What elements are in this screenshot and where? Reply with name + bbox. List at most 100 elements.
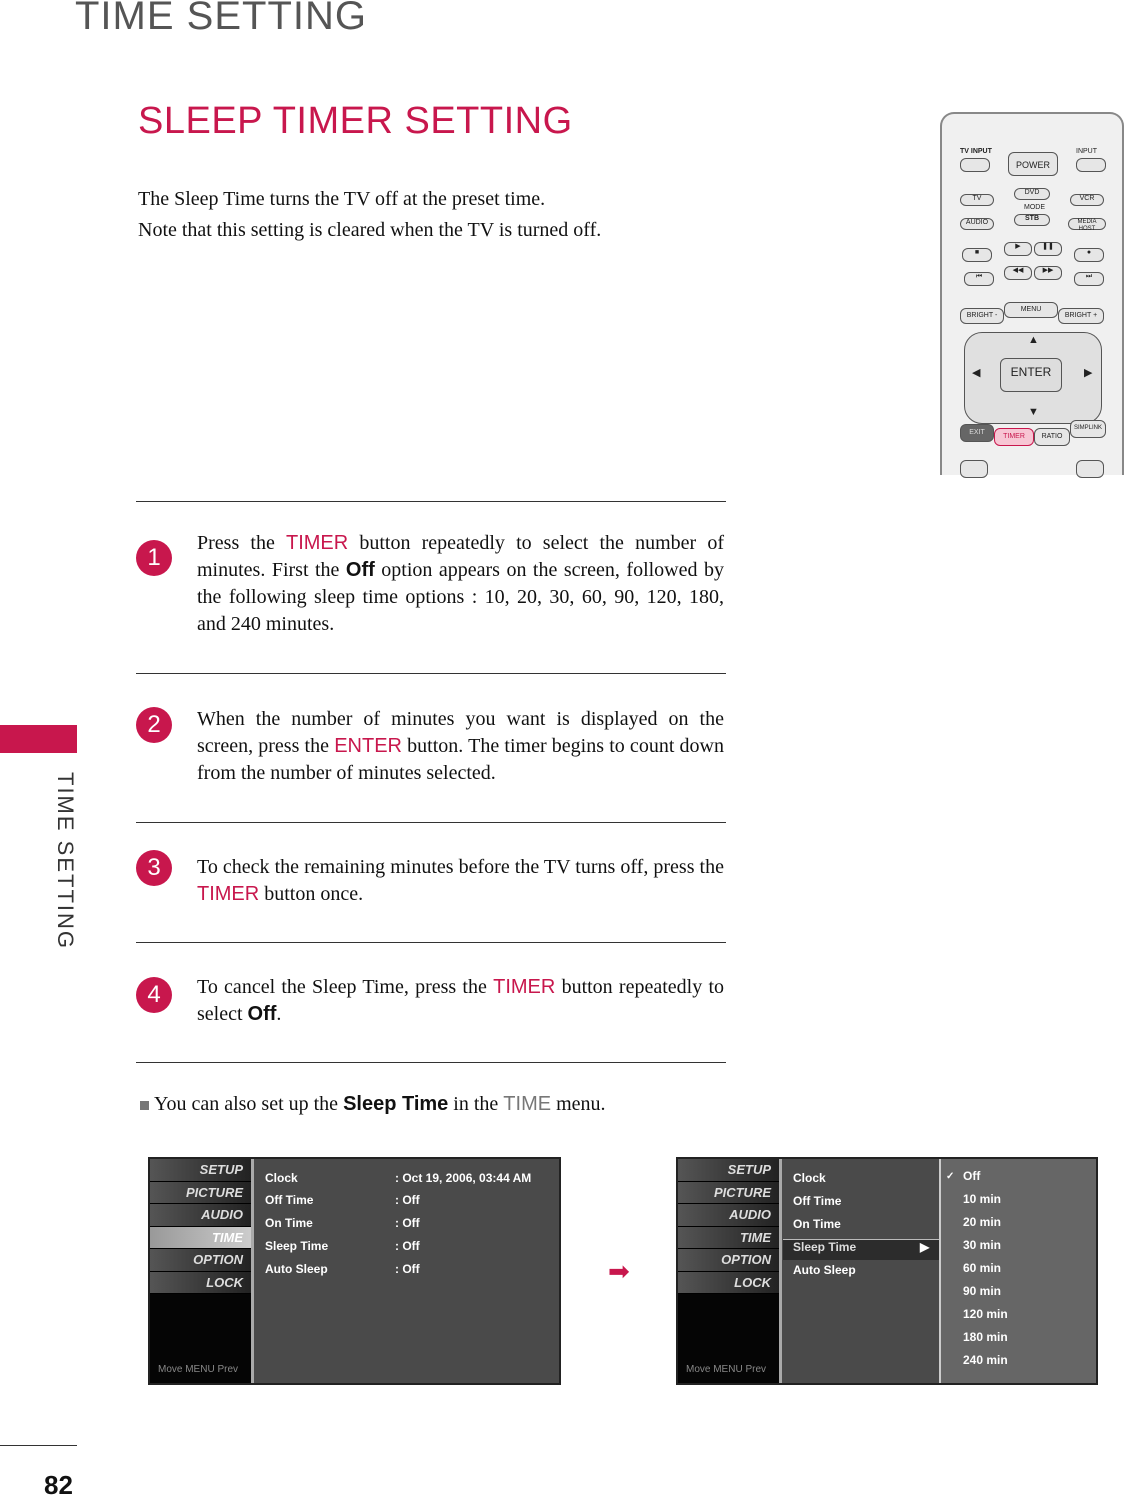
- osd-item-selected: Sleep Time: [793, 1240, 857, 1254]
- osd-option: 60 min: [963, 1261, 1002, 1275]
- osd-option: 180 min: [963, 1330, 1008, 1344]
- step-2: When the number of minutes you want is d…: [197, 708, 724, 784]
- osd-value: : Oct 19, 2006, 03:44 AM: [395, 1171, 532, 1185]
- osd-options: ✓ Off 10 min 20 min 30 min 60 min 90 min…: [939, 1159, 1096, 1383]
- tv-input-button: [960, 158, 990, 172]
- osd-item: Clock: [793, 1171, 826, 1185]
- osd-option: Off: [963, 1169, 981, 1183]
- osd-item: Auto Sleep: [265, 1262, 328, 1276]
- osd-option: 20 min: [963, 1215, 1002, 1229]
- pause-button: ❚❚: [1034, 242, 1062, 256]
- osd-side-item: OPTION: [678, 1249, 779, 1272]
- intro: The Sleep Time turns the TV off at the p…: [138, 184, 601, 246]
- vcr-button: VCR: [1070, 194, 1104, 206]
- note: You can also set up the Sleep Time in th…: [140, 1093, 606, 1116]
- rewind-button: ◀◀: [1004, 266, 1032, 280]
- ratio-button: RATIO: [1034, 428, 1070, 446]
- osd-side-item: LOCK: [150, 1271, 251, 1294]
- input-button: [1076, 158, 1106, 172]
- osd-item: Off Time: [265, 1193, 314, 1207]
- osd-side-item: PICTURE: [150, 1181, 251, 1204]
- osd-option: 30 min: [963, 1238, 1002, 1252]
- skip-back-button: ⏮: [964, 272, 994, 286]
- osd-side-item: PICTURE: [678, 1181, 779, 1204]
- osd-side-item: SETUP: [150, 1159, 251, 1182]
- right-arrow-icon: ▶: [1084, 367, 1093, 379]
- divider: [0, 1445, 77, 1446]
- bright-plus-button: BRIGHT +: [1058, 308, 1104, 324]
- osd-option: 90 min: [963, 1284, 1002, 1298]
- check-icon: ✓: [946, 1171, 955, 1182]
- intro-line: Note that this setting is cleared when t…: [138, 219, 602, 241]
- osd-time-menu: SETUP PICTURE AUDIO TIME OPTION LOCK Mov…: [148, 1157, 561, 1385]
- simplink-button: SIMPLINK: [1070, 420, 1106, 438]
- forward-button: ▶▶: [1034, 266, 1062, 280]
- remote-control-illustration: TV INPUT POWER INPUT TV DVD VCR MODE AUD…: [940, 112, 1124, 478]
- arrow-right-icon: ➡: [608, 1256, 630, 1286]
- osd-side-item: AUDIO: [678, 1204, 779, 1227]
- divider: [136, 942, 726, 943]
- audio-button: AUDIO: [960, 218, 994, 230]
- osd-side-item: TIME: [678, 1226, 779, 1249]
- osd-item: Sleep Time: [265, 1239, 329, 1253]
- osd-option: 10 min: [963, 1192, 1002, 1206]
- play-button: ▶: [1004, 242, 1032, 256]
- osd-side-item: SETUP: [678, 1159, 779, 1182]
- down-arrow-icon: ▼: [1028, 406, 1039, 418]
- osd-side-item: AUDIO: [150, 1204, 251, 1227]
- osd-option: 240 min: [963, 1353, 1008, 1367]
- side-tab-label: TIME SETTING: [53, 772, 78, 950]
- remote-label: INPUT: [1076, 148, 1097, 155]
- record-button: ●: [1074, 248, 1104, 262]
- step-number: 4: [136, 977, 172, 1013]
- osd-footer: Move MENU Prev: [686, 1364, 767, 1375]
- up-arrow-icon: ▲: [1028, 334, 1039, 346]
- divider: [136, 673, 726, 674]
- media-host-button: MEDIA HOST: [1068, 218, 1106, 232]
- side-tab: [0, 725, 77, 753]
- skip-forward-button: ⏭: [1074, 272, 1104, 286]
- osd-sidebar: SETUP PICTURE AUDIO TIME OPTION LOCK Mov…: [150, 1159, 254, 1383]
- exit-button: EXIT: [960, 424, 994, 442]
- bullet-icon: [140, 1101, 149, 1110]
- page-title: SLEEP TIMER SETTING: [138, 100, 573, 142]
- stop-button: ■: [962, 248, 992, 262]
- page-number: 82: [44, 1470, 73, 1500]
- divider: [136, 1062, 726, 1063]
- intro-line: The Sleep Time turns the TV off at the p…: [138, 188, 546, 210]
- divider: [136, 822, 726, 823]
- osd-item: Off Time: [793, 1194, 842, 1208]
- power-button: POWER: [1008, 152, 1058, 176]
- osd-value: : Off: [395, 1193, 420, 1207]
- section-header: TIME SETTING: [75, 0, 367, 38]
- menu-button: MENU: [1004, 302, 1058, 318]
- remote-label: MODE: [1024, 204, 1045, 211]
- volume-up-button: [960, 460, 988, 478]
- step-3: To check the remaining minutes before th…: [197, 856, 724, 905]
- timer-button: TIMER: [994, 428, 1034, 446]
- stb-button: STB: [1014, 214, 1050, 226]
- step-1: Press the TIMER button repeatedly to sel…: [197, 532, 724, 635]
- remote-label: TV INPUT: [960, 148, 992, 155]
- step-number: 1: [136, 540, 172, 576]
- enter-button: ENTER: [1000, 358, 1062, 392]
- step-number: 2: [136, 707, 172, 743]
- osd-value: : Off: [395, 1216, 420, 1230]
- osd-value: : Off: [395, 1262, 420, 1276]
- channel-up-button: [1076, 460, 1104, 478]
- arrow-right-icon: ▶: [920, 1240, 930, 1254]
- osd-footer: Move MENU Prev: [158, 1364, 239, 1375]
- divider: [136, 501, 726, 502]
- osd-item: Clock: [265, 1171, 298, 1185]
- osd-sidebar: SETUP PICTURE AUDIO TIME OPTION LOCK Mov…: [678, 1159, 782, 1383]
- osd-option: 120 min: [963, 1307, 1008, 1321]
- osd-side-item: OPTION: [150, 1249, 251, 1272]
- osd-item: Auto Sleep: [793, 1263, 856, 1277]
- osd-side-item-selected: TIME: [150, 1226, 251, 1249]
- left-arrow-icon: ◀: [972, 367, 981, 379]
- osd-sleep-menu: SETUP PICTURE AUDIO TIME OPTION LOCK Mov…: [676, 1157, 1098, 1385]
- osd-item: On Time: [265, 1216, 313, 1230]
- step-4: To cancel the Sleep Time, press the TIME…: [197, 976, 724, 1025]
- osd-item: On Time: [793, 1217, 841, 1231]
- step-number: 3: [136, 850, 172, 886]
